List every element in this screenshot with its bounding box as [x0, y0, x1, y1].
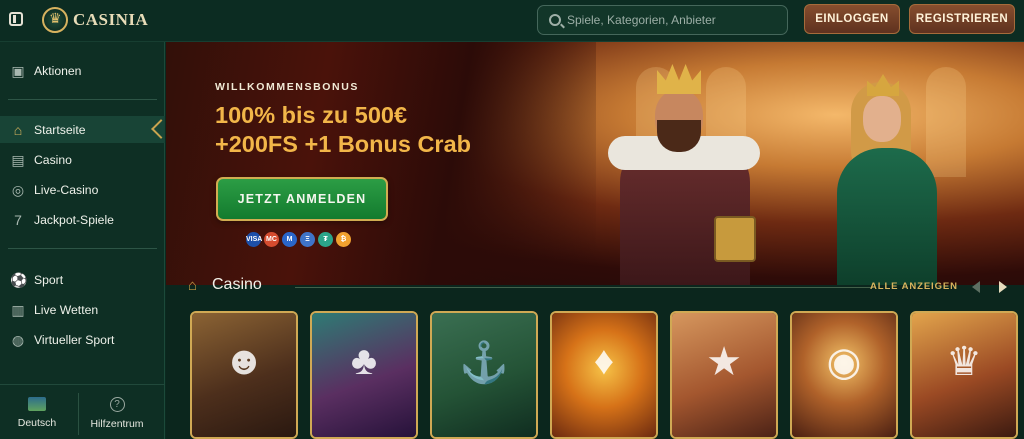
- sidebar-item-label: Casino: [34, 152, 72, 167]
- fisherman-icon: ⚓: [459, 341, 509, 385]
- main-content: WILLKOMMENSBONUS 100% bis zu 500€ +200FS…: [166, 42, 1024, 439]
- footer-divider: [78, 393, 79, 435]
- sidebar-divider: [8, 99, 157, 100]
- queen-illustration: [831, 62, 961, 285]
- register-button[interactable]: REGISTRIEREN: [909, 4, 1015, 34]
- sidebar: ▣ Aktionen ⌂ Startseite ▤ Casino ◎ Live-…: [0, 42, 165, 439]
- sidebar-item-label: Sport: [34, 272, 64, 287]
- casino-section-header: ⌂ Casino ALLE ANZEIGEN: [188, 276, 1024, 298]
- casino-app: CASINIA EINLOGGEN REGISTRIEREN ▣ Aktione…: [0, 0, 1024, 439]
- home-icon: ⌂: [13, 121, 23, 138]
- sidebar-item-live-wetten[interactable]: ▥ Live Wetten: [0, 296, 165, 323]
- gem-icon: ♦: [593, 339, 615, 383]
- ball-icon: ⚽: [10, 271, 28, 288]
- language-label: Deutsch: [17, 417, 57, 429]
- game-tile[interactable]: ★: [670, 311, 778, 439]
- mastercard-icon: MC: [264, 232, 279, 247]
- sidebar-item-jackpot-spiele[interactable]: 7 Jackpot-Spiele: [0, 206, 165, 233]
- maestro-icon: M: [282, 232, 297, 247]
- game-tile[interactable]: ♛: [910, 311, 1018, 439]
- roulette-icon: ◉: [826, 340, 862, 384]
- search-box[interactable]: [537, 5, 788, 35]
- sidebar-item-label: Jackpot-Spiele: [34, 212, 114, 227]
- sidebar-item-label: Virtueller Sport: [34, 332, 115, 347]
- carousel-next-icon[interactable]: [991, 277, 1013, 297]
- flag-icon: [28, 397, 46, 411]
- see-all-link[interactable]: ALLE ANZEIGEN: [870, 281, 958, 292]
- sidebar-footer: Deutsch ? Hilfzentrum: [0, 384, 165, 439]
- bitcoin-icon: ₿: [336, 232, 351, 247]
- game-tile[interactable]: ♣: [310, 311, 418, 439]
- language-selector[interactable]: Deutsch: [0, 397, 74, 429]
- sidebar-divider: [8, 248, 157, 249]
- sidebar-item-aktionen[interactable]: ▣ Aktionen: [0, 57, 165, 84]
- sidebar-item-label: Aktionen: [34, 63, 82, 78]
- sidebar-item-label: Live-Casino: [34, 182, 99, 197]
- sidebar-item-live-casino[interactable]: ◎ Live-Casino: [0, 176, 165, 203]
- crown-icon: [657, 64, 701, 94]
- signup-cta-button[interactable]: JETZT ANMELDEN: [216, 177, 388, 221]
- welcome-banner[interactable]: WILLKOMMENSBONUS 100% bis zu 500€ +200FS…: [166, 42, 1024, 285]
- live-icon: ◎: [11, 181, 25, 198]
- sidebar-item-label: Startseite: [34, 122, 86, 137]
- game-tile[interactable]: ☻: [190, 311, 298, 439]
- casino-building-icon: ⌂: [188, 277, 198, 294]
- king-illustration: [602, 52, 762, 285]
- visa-icon: VISA: [246, 232, 262, 247]
- explorer-icon: ☻: [222, 339, 266, 383]
- casino-section-title: Casino: [212, 276, 262, 293]
- curtain-backdrop: [166, 42, 596, 285]
- game-tile[interactable]: ◉: [790, 311, 898, 439]
- section-divider: [295, 287, 873, 288]
- help-icon: ?: [109, 397, 125, 412]
- ethereum-icon: Ξ: [300, 232, 315, 247]
- brand-logo[interactable]: CASINIA: [42, 7, 148, 33]
- sidebar-item-label: Live Wetten: [34, 302, 99, 317]
- help-label: Hilfzentrum: [90, 418, 144, 430]
- seven-icon: 7: [14, 211, 22, 228]
- tether-icon: ₮: [318, 232, 333, 247]
- party-icon: ♛: [946, 340, 982, 384]
- gamepad-icon: ◍: [11, 331, 25, 348]
- gift-icon: ▣: [11, 62, 25, 79]
- brand-name: CASINIA: [73, 10, 149, 29]
- login-button[interactable]: EINLOGGEN: [804, 4, 900, 34]
- search-icon: [549, 14, 561, 26]
- help-center-link[interactable]: ? Hilfzentrum: [80, 397, 154, 430]
- game-tile[interactable]: ⚓: [430, 311, 538, 439]
- carousel-prev-icon[interactable]: [966, 277, 988, 297]
- sidebar-item-casino[interactable]: ▤ Casino: [0, 146, 165, 173]
- cowboy-icon: ★: [706, 340, 742, 384]
- search-input[interactable]: [567, 10, 777, 30]
- payment-methods: VISA MC M Ξ ₮ ₿: [246, 232, 351, 248]
- sidebar-item-virtueller-sport[interactable]: ◍ Virtueller Sport: [0, 326, 165, 353]
- top-bar: CASINIA EINLOGGEN REGISTRIEREN: [0, 0, 1024, 42]
- live-bet-icon: ▥: [11, 301, 25, 318]
- bonus-eyebrow: WILLKOMMENSBONUS: [215, 81, 360, 93]
- tiara-icon: [867, 74, 899, 96]
- treasure-chest-icon: [714, 216, 756, 262]
- casino-game-carousel: ☻ ♣ ⚓ ♦ ★ ◉ ♛: [190, 311, 1024, 439]
- game-tile[interactable]: ♦: [550, 311, 658, 439]
- casino-icon: ▤: [11, 151, 25, 168]
- sidebar-item-startseite[interactable]: ⌂ Startseite: [0, 116, 165, 143]
- sidebar-item-sport[interactable]: ⚽ Sport: [0, 266, 165, 293]
- bonus-title-line1: 100% bis zu 500€: [215, 102, 408, 128]
- leprechaun-icon: ♣: [350, 339, 378, 383]
- sidebar-toggle-icon[interactable]: [9, 12, 23, 26]
- crown-logo-icon: [42, 7, 68, 33]
- bonus-title-line2: +200FS +1 Bonus Crab: [215, 131, 471, 157]
- bonus-title: 100% bis zu 500€ +200FS +1 Bonus Crab: [215, 101, 545, 159]
